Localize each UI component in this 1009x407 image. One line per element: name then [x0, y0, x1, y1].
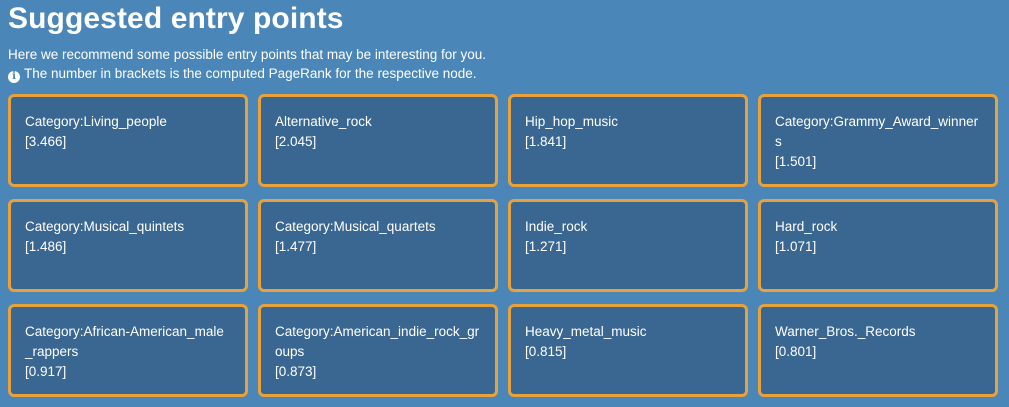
pagerank-note: i The number in brackets is the computed …: [8, 64, 486, 83]
entry-point-card[interactable]: Heavy_metal_music [0.815]: [508, 304, 748, 397]
entry-point-pagerank: [1.841]: [525, 134, 567, 149]
entry-point-label: Warner_Bros._Records: [775, 324, 916, 339]
page-title: Suggested entry points: [8, 2, 344, 35]
entry-point-pagerank: [1.477]: [275, 239, 317, 254]
entry-point-pagerank: [0.917]: [25, 364, 67, 379]
entry-point-label: Category:Living_people: [25, 114, 167, 129]
entry-point-card[interactable]: Category:African-American_male_rappers […: [8, 304, 248, 397]
entry-point-card[interactable]: Hard_rock [1.071]: [758, 199, 998, 292]
entry-point-label: Category:American_indie_rock_groups: [275, 324, 480, 359]
entry-point-pagerank: [2.045]: [275, 134, 317, 149]
entry-point-label: Alternative_rock: [275, 114, 372, 129]
entry-point-pagerank: [0.815]: [525, 344, 567, 359]
entry-point-card[interactable]: Alternative_rock [2.045]: [258, 94, 498, 187]
entry-point-pagerank: [1.271]: [525, 239, 567, 254]
entry-point-label: Hip_hop_music: [525, 114, 619, 129]
entry-point-pagerank: [0.873]: [275, 364, 317, 379]
entry-point-card[interactable]: Category:Living_people [3.466]: [8, 94, 248, 187]
entry-point-label: Category:Musical_quartets: [275, 219, 436, 234]
entry-point-pagerank: [1.071]: [775, 239, 817, 254]
entry-point-label: Category:Grammy_Award_winners: [775, 114, 979, 149]
entry-point-card[interactable]: Category:American_indie_rock_groups [0.8…: [258, 304, 498, 397]
entry-point-pagerank: [3.466]: [25, 134, 67, 149]
entry-point-card[interactable]: Category:Grammy_Award_winners [1.501]: [758, 94, 998, 187]
info-circle-icon: i: [8, 71, 20, 83]
entry-point-pagerank: [1.486]: [25, 239, 67, 254]
pagerank-note-text: The number in brackets is the computed P…: [24, 66, 477, 81]
entry-point-card[interactable]: Warner_Bros._Records [0.801]: [758, 304, 998, 397]
entry-points-grid: Category:Living_people [3.466] Alternati…: [8, 94, 998, 397]
entry-point-label: Category:Musical_quintets: [25, 219, 185, 234]
entry-point-card[interactable]: Hip_hop_music [1.841]: [508, 94, 748, 187]
entry-point-label: Indie_rock: [525, 219, 588, 234]
intro-text-block: Here we recommend some possible entry po…: [8, 45, 486, 83]
entry-point-card[interactable]: Indie_rock [1.271]: [508, 199, 748, 292]
entry-point-pagerank: [0.801]: [775, 344, 817, 359]
entry-point-label: Heavy_metal_music: [525, 324, 647, 339]
entry-point-label: Hard_rock: [775, 219, 838, 234]
entry-point-label: Category:African-American_male_rappers: [25, 324, 224, 359]
intro-description: Here we recommend some possible entry po…: [8, 47, 486, 62]
entry-point-pagerank: [1.501]: [775, 154, 817, 169]
entry-point-card[interactable]: Category:Musical_quartets [1.477]: [258, 199, 498, 292]
entry-point-card[interactable]: Category:Musical_quintets [1.486]: [8, 199, 248, 292]
